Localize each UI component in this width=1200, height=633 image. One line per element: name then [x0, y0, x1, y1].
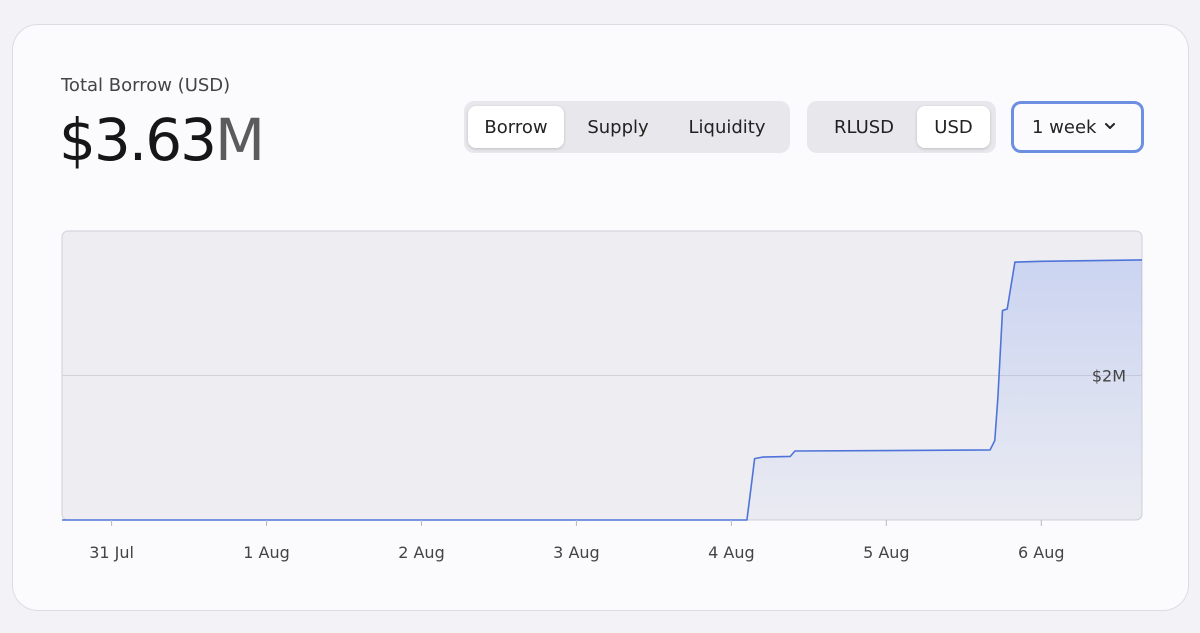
y-tick-label: $2M — [1092, 367, 1126, 386]
x-tick-label: 1 Aug — [243, 543, 290, 562]
borrow-chart: $2M 31 Jul 1 Aug 2 Aug 3 Aug 4 Aug 5 Aug 6 Aug — [61, 230, 1143, 562]
x-tick-label: 4 Aug — [708, 543, 755, 562]
x-tick-label: 5 Aug — [863, 543, 910, 562]
x-tick-label: 31 Jul — [89, 543, 134, 562]
x-tick-label: 3 Aug — [553, 543, 600, 562]
x-tick-label: 6 Aug — [1018, 543, 1065, 562]
x-tick-label: 2 Aug — [398, 543, 445, 562]
